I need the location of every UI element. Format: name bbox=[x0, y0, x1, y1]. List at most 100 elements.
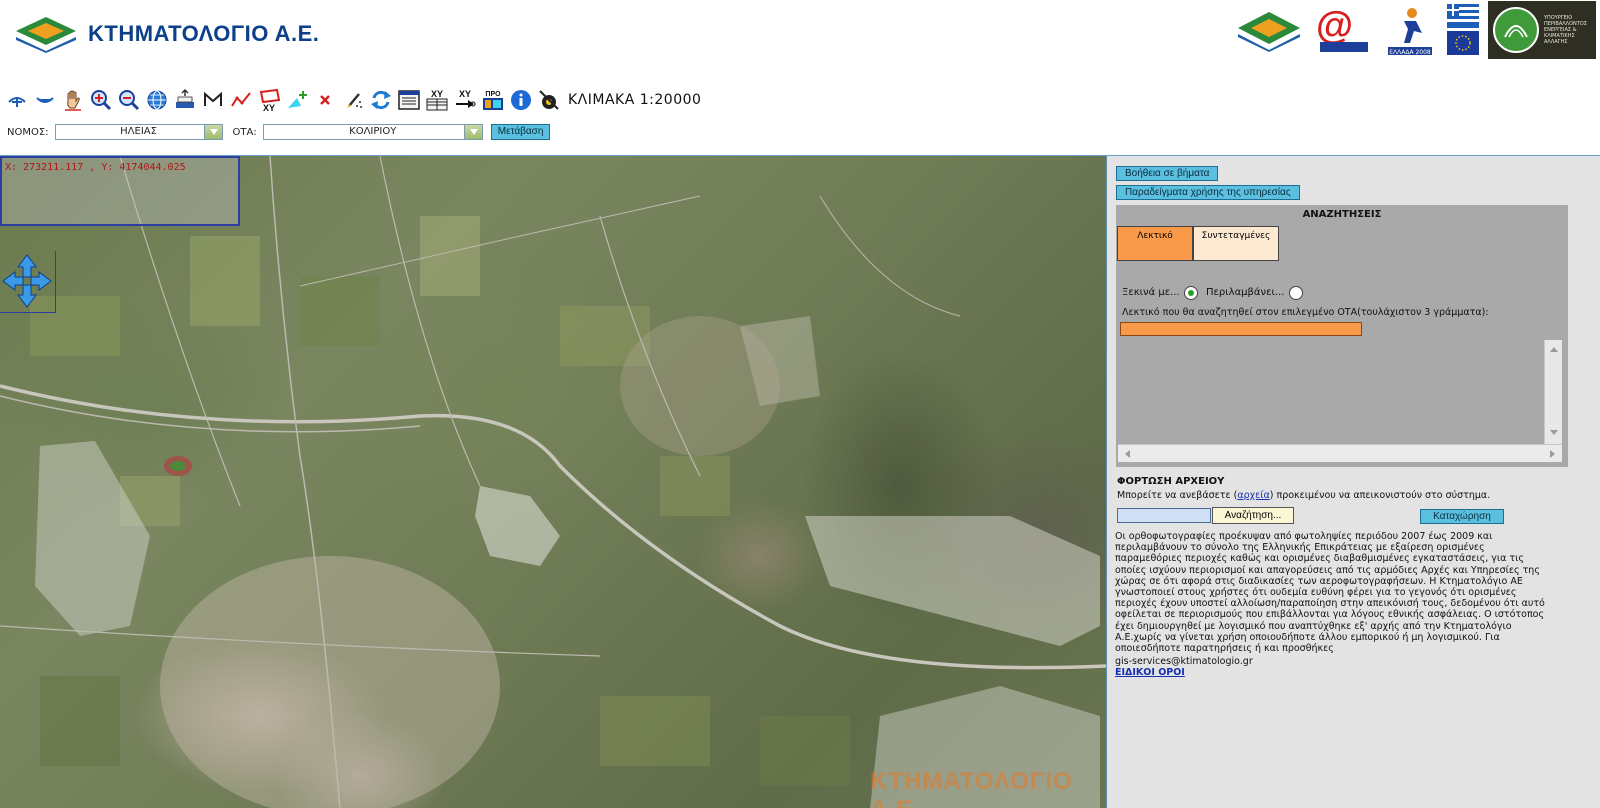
magnifier-plus-icon bbox=[91, 90, 112, 111]
pro-tool[interactable]: ΠΡΟ bbox=[480, 87, 506, 113]
coordinates-overview: X: 273211.117 , Y: 4174044.025 bbox=[0, 156, 240, 226]
ktimatologio-logo[interactable]: ΚΤΗΜΑΤΟΛΟΓΙΟ Α.Ε. bbox=[14, 14, 319, 54]
contact-email: gis-services@ktimatologio.gr bbox=[1115, 656, 1253, 667]
prefecture-select[interactable]: ΗΛΕΙΑΣ bbox=[54, 124, 223, 140]
radio-starts-with[interactable] bbox=[1184, 286, 1198, 300]
layers-tool[interactable] bbox=[172, 87, 198, 113]
municipality-value: ΚΟΛΙΡΙΟΥ bbox=[349, 126, 397, 137]
svg-text:XY: XY bbox=[263, 103, 275, 112]
prohibited-icon bbox=[539, 90, 559, 110]
search-results bbox=[1118, 340, 1562, 462]
location-selector: ΝΟΜΟΣ: ΗΛΕΙΑΣ ΟΤΑ: ΚΟΛΙΡΙΟΥ Μετάβαση bbox=[7, 123, 551, 141]
hand-icon bbox=[65, 90, 81, 111]
pro-icon: ΠΡΟ bbox=[483, 91, 503, 110]
map-toolbar: XY XY XY ΠΡΟ ΚΛΙΜΑΚΑ 1:20000 bbox=[4, 84, 701, 116]
zoom-out-wheel-tool[interactable] bbox=[32, 87, 58, 113]
app-window: ΚΤΗΜΑΤΟΛΟΓΙΟ Α.Ε. @ ΕΛΛΑΔΑ 2008 ΥΠΟΥΡΓΕΙ… bbox=[0, 0, 1600, 808]
partner-logos: @ ΕΛΛΑΔΑ 2008 ΥΠΟΥΡΓΕΙΟ ΠΕΡΙΒΑΛΛΟΝΤΟΣ ΕΝ… bbox=[1234, 0, 1596, 60]
scroll-arrows-icon bbox=[1125, 450, 1555, 458]
greece-eu-flags bbox=[1446, 1, 1480, 59]
svg-text:ΕΛΛΑΔΑ 2008: ΕΛΛΑΔΑ 2008 bbox=[1389, 49, 1431, 56]
map-view[interactable]: X: 273211.117 , Y: 4174044.025 ΚΤΗΜΑΤΟΛΟ… bbox=[0, 155, 1106, 808]
tab-text-search[interactable]: Λεκτικό bbox=[1117, 226, 1193, 261]
globe-icon bbox=[147, 90, 167, 110]
full-extent-tool[interactable] bbox=[144, 87, 170, 113]
clear-tool[interactable] bbox=[312, 87, 338, 113]
radio-contains-label: Περιλαμβάνει... bbox=[1206, 287, 1285, 298]
xy-polygon-tool[interactable]: XY bbox=[256, 87, 282, 113]
print-tool[interactable] bbox=[396, 87, 422, 113]
four-way-arrows-icon bbox=[2, 254, 52, 308]
zoom-in-wheel-tool[interactable] bbox=[4, 87, 30, 113]
svg-text:XY: XY bbox=[431, 89, 443, 99]
layers-icon bbox=[176, 88, 194, 108]
polygon-xy-icon: XY bbox=[259, 88, 281, 112]
help-steps-button[interactable]: Βοήθεια σε βήματα bbox=[1116, 166, 1219, 181]
svg-text:XY: XY bbox=[459, 89, 471, 99]
upload-desc-prefix: Μπορείτε να ανεβάσετε ( bbox=[1117, 490, 1238, 501]
prefecture-value: ΗΛΕΙΑΣ bbox=[120, 126, 157, 137]
chevron-down-icon bbox=[203, 125, 222, 139]
vertical-scrollbar[interactable] bbox=[1544, 340, 1562, 444]
scroll-arrows-icon bbox=[1550, 347, 1558, 435]
measure-area-tool[interactable] bbox=[200, 87, 226, 113]
flags-icon bbox=[1447, 4, 1479, 55]
info-icon bbox=[511, 90, 531, 110]
envelope-icon bbox=[204, 91, 222, 106]
ktimatologio-small-icon bbox=[1238, 12, 1300, 52]
ktimatologio-small-logo[interactable] bbox=[1234, 1, 1304, 59]
plus-arc-icon bbox=[8, 97, 26, 107]
ministry-environment-logo[interactable]: ΥΠΟΥΡΓΕΙΟ ΠΕΡΙΒΑΛΛΟΝΤΟΣ ΕΝΕΡΓΕΙΑΣ & ΚΛΙΜ… bbox=[1488, 1, 1596, 59]
add-point-tool[interactable] bbox=[284, 87, 310, 113]
point-plus-icon bbox=[288, 91, 307, 108]
cursor-coordinates: X: 273211.117 , Y: 4174044.025 bbox=[5, 162, 186, 173]
zoom-in-tool[interactable] bbox=[88, 87, 114, 113]
ministry-text: ΥΠΟΥΡΓΕΙΟ ΠΕΡΙΒΑΛΛΟΝΤΟΣ ΕΝΕΡΓΕΙΑΣ & ΚΛΙΜ… bbox=[1544, 15, 1587, 45]
upload-description: Μπορείτε να ανεβάσετε (αρχεία) προκειμέν… bbox=[1117, 490, 1490, 501]
upload-desc-suffix: ) προκειμένου να απεικονιστούν στο σύστη… bbox=[1269, 490, 1491, 501]
search-title: ΑΝΑΖΗΤΗΣΕΙΣ bbox=[1302, 209, 1382, 220]
prefecture-label: ΝΟΜΟΣ: bbox=[7, 126, 49, 138]
zoom-out-tool[interactable] bbox=[116, 87, 142, 113]
minus-arc-icon bbox=[36, 97, 54, 103]
measure-distance-tool[interactable] bbox=[228, 87, 254, 113]
info-tool[interactable] bbox=[508, 87, 534, 113]
xy-list-tool[interactable]: XY bbox=[424, 87, 450, 113]
close-icon bbox=[320, 95, 330, 105]
runner-icon: ΕΛΛΑΔΑ 2008 bbox=[1388, 8, 1432, 56]
go-button[interactable]: Μετάβαση bbox=[490, 124, 551, 140]
xy-arrow-icon: XY bbox=[456, 89, 476, 108]
pan-tool[interactable] bbox=[60, 87, 86, 113]
municipality-label: ΟΤΑ: bbox=[232, 126, 257, 138]
municipality-select[interactable]: ΚΟΛΙΡΙΟΥ bbox=[262, 124, 483, 140]
file-path-input[interactable] bbox=[1117, 508, 1211, 523]
files-link[interactable]: αρχεία bbox=[1237, 490, 1269, 501]
radio-contains[interactable] bbox=[1289, 286, 1303, 300]
tab-coordinates-search[interactable]: Συντεταγμένες bbox=[1193, 226, 1279, 261]
satellite-imagery bbox=[0, 156, 1106, 808]
pan-control[interactable] bbox=[0, 251, 56, 313]
polyline-icon bbox=[231, 92, 251, 107]
information-society-logo[interactable]: @ bbox=[1312, 1, 1374, 59]
svg-text:ΠΡΟ: ΠΡΟ bbox=[485, 91, 501, 98]
browse-button[interactable]: Αναζήτηση... bbox=[1212, 507, 1294, 524]
special-terms-link[interactable]: ΕΙΔΙΚΟΙ ΟΡΟΙ bbox=[1115, 667, 1185, 678]
submit-upload-button[interactable]: Καταχώρηση bbox=[1420, 509, 1504, 524]
refresh-tool[interactable] bbox=[368, 87, 394, 113]
header: ΚΤΗΜΑΤΟΛΟΓΙΟ Α.Ε. @ ΕΛΛΑΔΑ 2008 ΥΠΟΥΡΓΕΙ… bbox=[0, 0, 1600, 80]
search-input[interactable] bbox=[1120, 322, 1362, 336]
disable-tool[interactable] bbox=[536, 87, 562, 113]
ktimatologio-logo-icon bbox=[16, 17, 76, 53]
chevron-down-icon bbox=[463, 125, 482, 139]
magnifier-minus-icon bbox=[119, 90, 140, 111]
document-list-icon bbox=[398, 90, 420, 110]
upload-title: ΦΟΡΤΩΣΗ ΑΡΧΕΙΟΥ bbox=[1117, 476, 1225, 487]
draw-tool[interactable] bbox=[340, 87, 366, 113]
disclaimer-text: Οι ορθοφωτογραφίες προέκυψαν από φωτοληψ… bbox=[1115, 531, 1545, 655]
scale-readout: ΚΛΙΜΑΚΑ 1:20000 bbox=[568, 92, 702, 108]
search-hint: Λεκτικό που θα αναζητηθεί στον επιλεγμέν… bbox=[1122, 307, 1489, 318]
ellada-2008-logo[interactable]: ΕΛΛΑΔΑ 2008 bbox=[1382, 1, 1438, 59]
horizontal-scrollbar[interactable] bbox=[1118, 444, 1562, 462]
xy-goto-tool[interactable]: XY bbox=[452, 87, 478, 113]
usage-examples-button[interactable]: Παραδείγματα χρήσης της υπηρεσίας bbox=[1116, 185, 1300, 200]
